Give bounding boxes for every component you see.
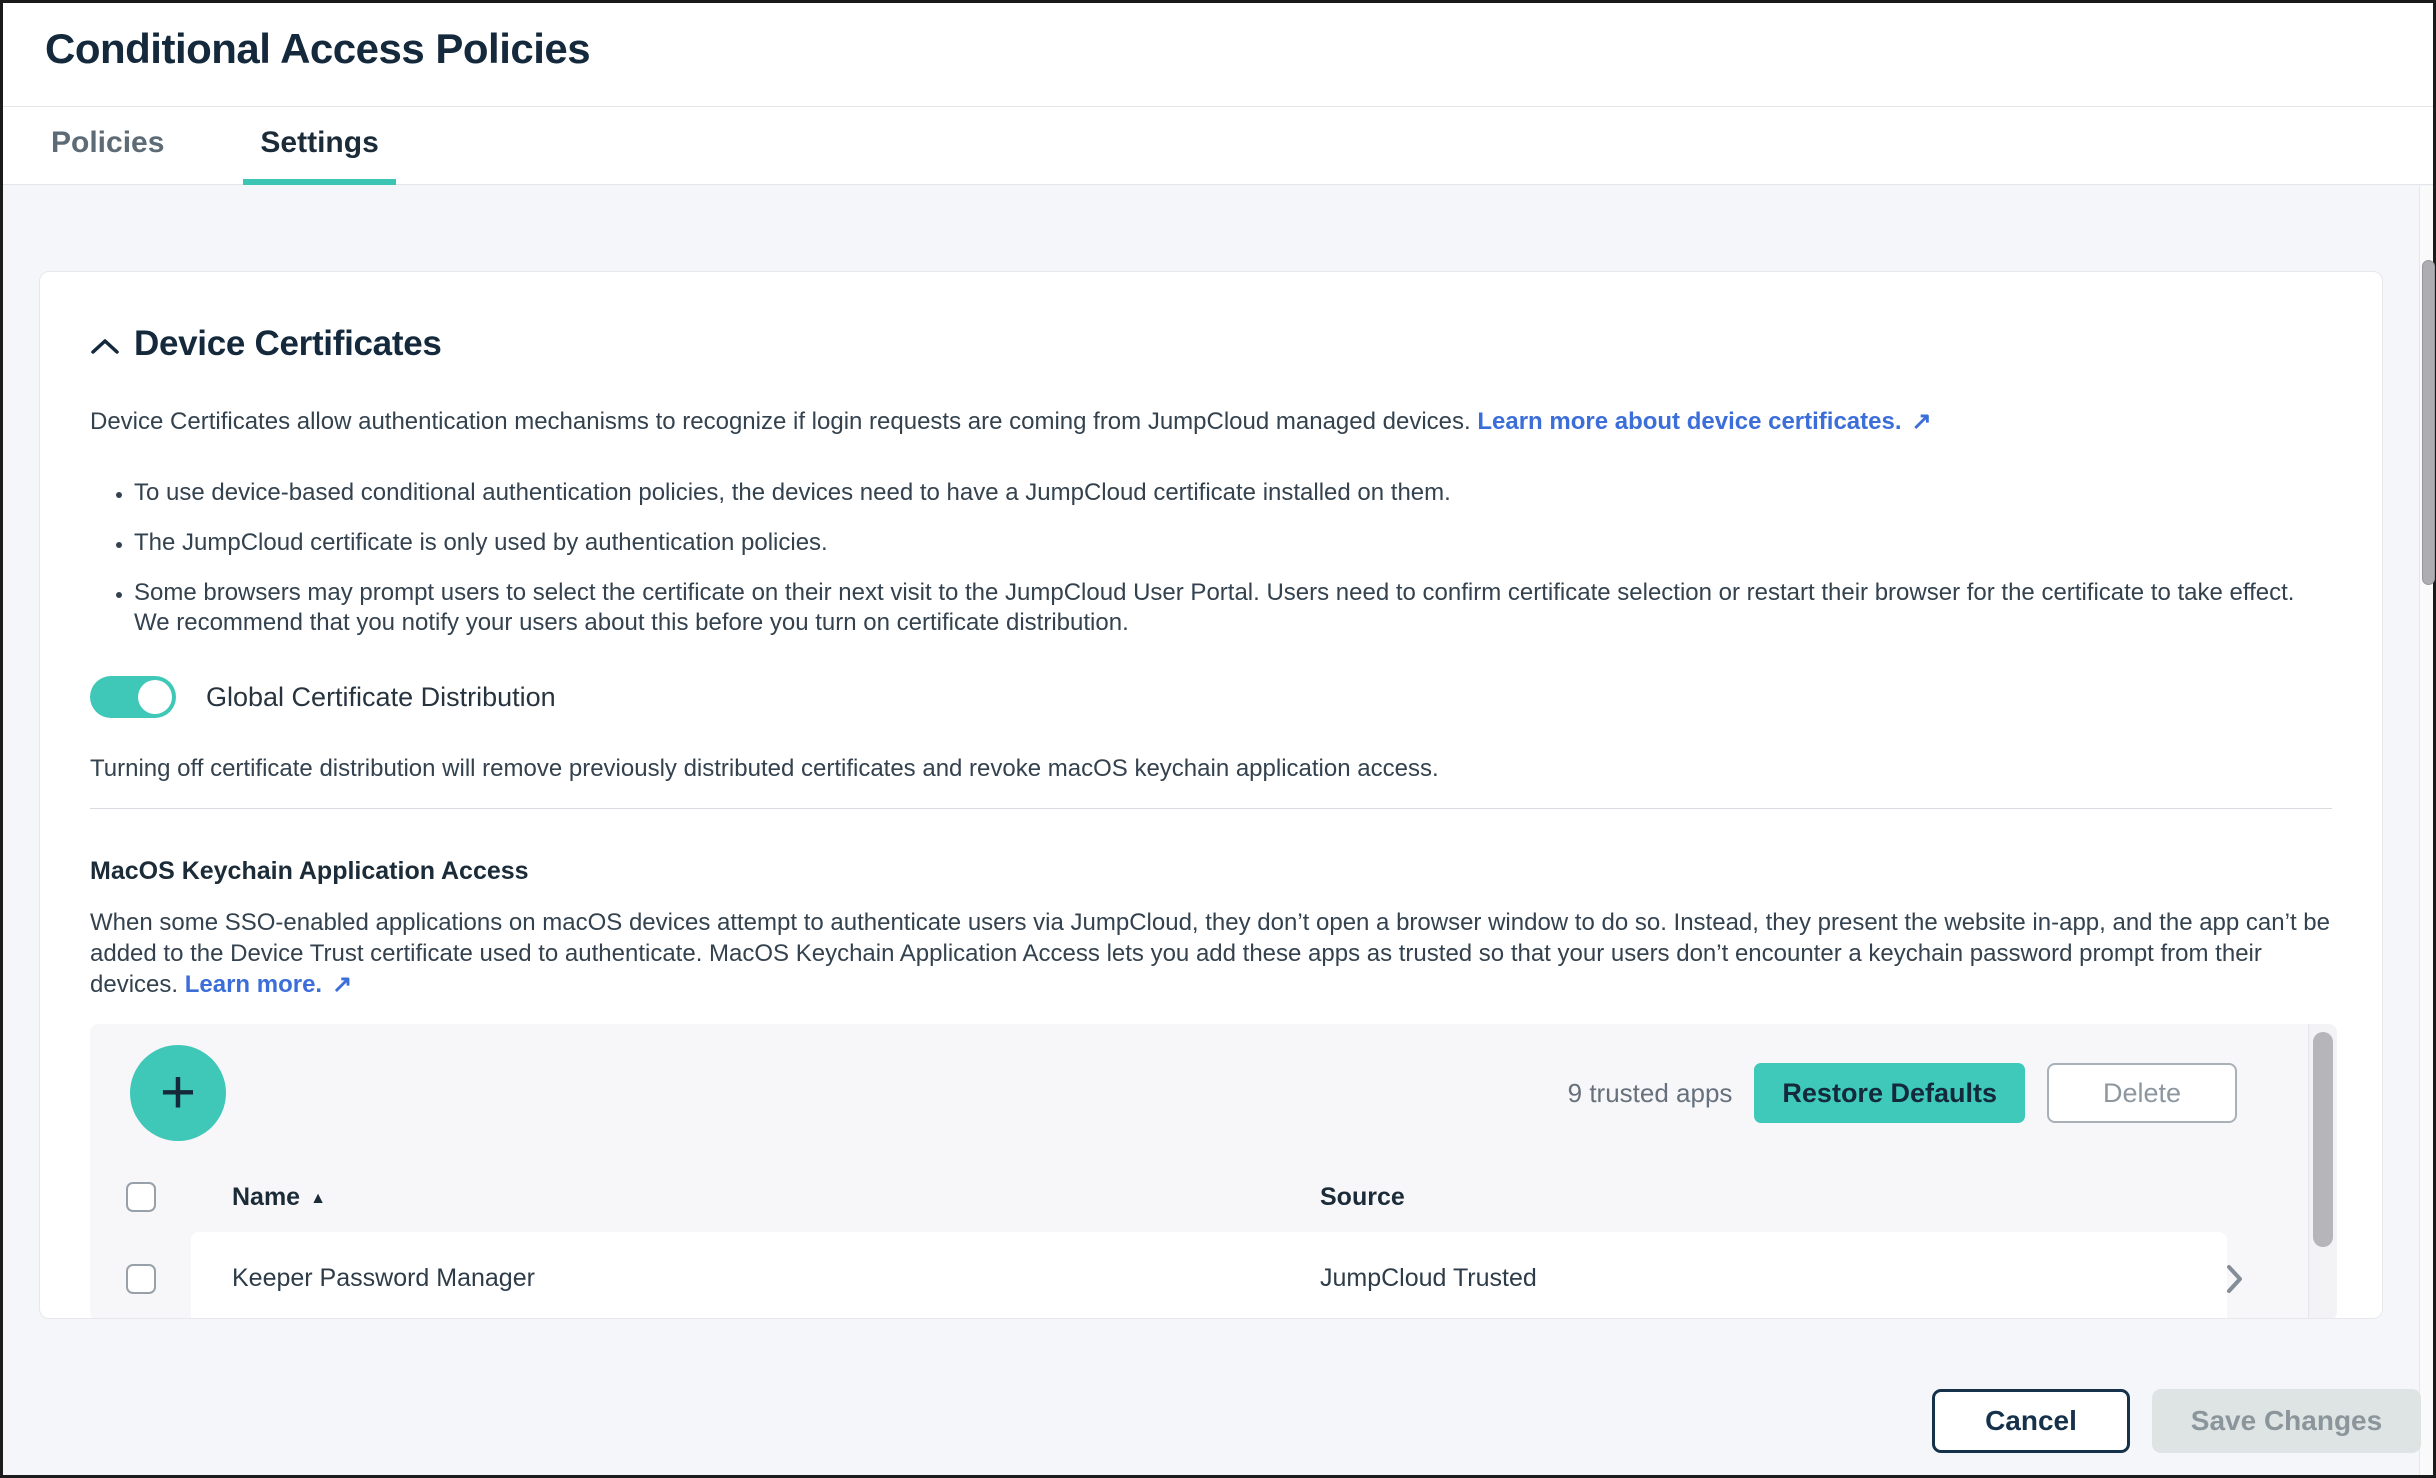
- page-scrollbar-thumb[interactable]: [2422, 260, 2435, 585]
- page-scrollbar-track[interactable]: [2419, 186, 2433, 1475]
- chevron-right-icon[interactable]: [2226, 1264, 2244, 1299]
- device-certificates-heading-row: Device Certificates: [90, 324, 2332, 364]
- main-content: Device Certificates Device Certificates …: [3, 185, 2433, 1319]
- learn-more-link[interactable]: Learn more.: [185, 971, 322, 998]
- app-name-cell: Keeper Password Manager: [191, 1264, 1320, 1293]
- table-scrollbar-thumb[interactable]: [2313, 1032, 2333, 1247]
- page-header: Conditional Access Policies: [3, 3, 2433, 107]
- column-header-name[interactable]: Name▲: [191, 1183, 1320, 1212]
- trusted-apps-count: 9 trusted apps: [1568, 1078, 1733, 1109]
- learn-more-certificates-link[interactable]: Learn more about device certificates.: [1477, 408, 1901, 435]
- section-title: Device Certificates: [134, 324, 442, 364]
- page-title: Conditional Access Policies: [45, 25, 2433, 73]
- section-divider: [90, 808, 2332, 809]
- keychain-description: When some SSO-enabled applications on ma…: [90, 907, 2332, 1000]
- bullet-list: To use device-based conditional authenti…: [90, 478, 2332, 638]
- app-source-cell: JumpCloud Trusted: [1320, 1264, 2337, 1293]
- tab-settings[interactable]: Settings: [243, 107, 395, 185]
- add-app-button[interactable]: +: [130, 1045, 226, 1141]
- footer-actions: Cancel Save Changes: [1932, 1389, 2421, 1453]
- row-checkbox[interactable]: [126, 1264, 156, 1294]
- device-certificates-intro: Device Certificates allow authentication…: [90, 406, 2332, 438]
- global-certificate-distribution-row: Global Certificate Distribution: [90, 676, 2332, 718]
- table-header-row: Name▲ Source: [90, 1162, 2337, 1232]
- tab-policies[interactable]: Policies: [51, 107, 181, 185]
- sort-asc-icon: ▲: [300, 1190, 326, 1207]
- toolbar-actions: 9 trusted apps Restore Defaults Delete: [1568, 1063, 2237, 1123]
- tab-bar: Policies Settings: [3, 107, 2433, 185]
- cancel-button[interactable]: Cancel: [1932, 1389, 2130, 1453]
- table-body: Keeper Password Manager JumpCloud Truste…: [90, 1232, 2337, 1319]
- keychain-description-text: When some SSO-enabled applications on ma…: [90, 909, 2330, 998]
- certificate-warning-text: Turning off certificate distribution wil…: [90, 754, 2332, 784]
- restore-defaults-button[interactable]: Restore Defaults: [1754, 1063, 2025, 1123]
- toggle-label: Global Certificate Distribution: [206, 682, 556, 713]
- table-row[interactable]: Keeper Password Manager JumpCloud Truste…: [90, 1232, 2337, 1319]
- save-changes-button[interactable]: Save Changes: [2152, 1389, 2421, 1453]
- select-all-checkbox[interactable]: [126, 1182, 156, 1212]
- bullet-item: To use device-based conditional authenti…: [134, 478, 2332, 508]
- bullet-item: Some browsers may prompt users to select…: [134, 578, 2332, 638]
- keychain-heading: MacOS Keychain Application Access: [90, 855, 2332, 887]
- column-header-source[interactable]: Source: [1320, 1183, 2337, 1212]
- toggle-knob: [138, 680, 172, 714]
- intro-text: Device Certificates allow authentication…: [90, 408, 1471, 435]
- global-certificate-distribution-toggle[interactable]: [90, 676, 176, 718]
- external-link-icon: ↗: [1902, 408, 1932, 435]
- trusted-apps-table: + 9 trusted apps Restore Defaults Delete…: [90, 1024, 2337, 1319]
- external-link-icon: ↗: [322, 971, 352, 998]
- device-certificates-card: Device Certificates Device Certificates …: [39, 271, 2383, 1319]
- bullet-item: The JumpCloud certificate is only used b…: [134, 528, 2332, 558]
- chevron-up-icon[interactable]: [90, 337, 120, 355]
- table-toolbar: + 9 trusted apps Restore Defaults Delete: [90, 1024, 2337, 1162]
- delete-button[interactable]: Delete: [2047, 1063, 2237, 1123]
